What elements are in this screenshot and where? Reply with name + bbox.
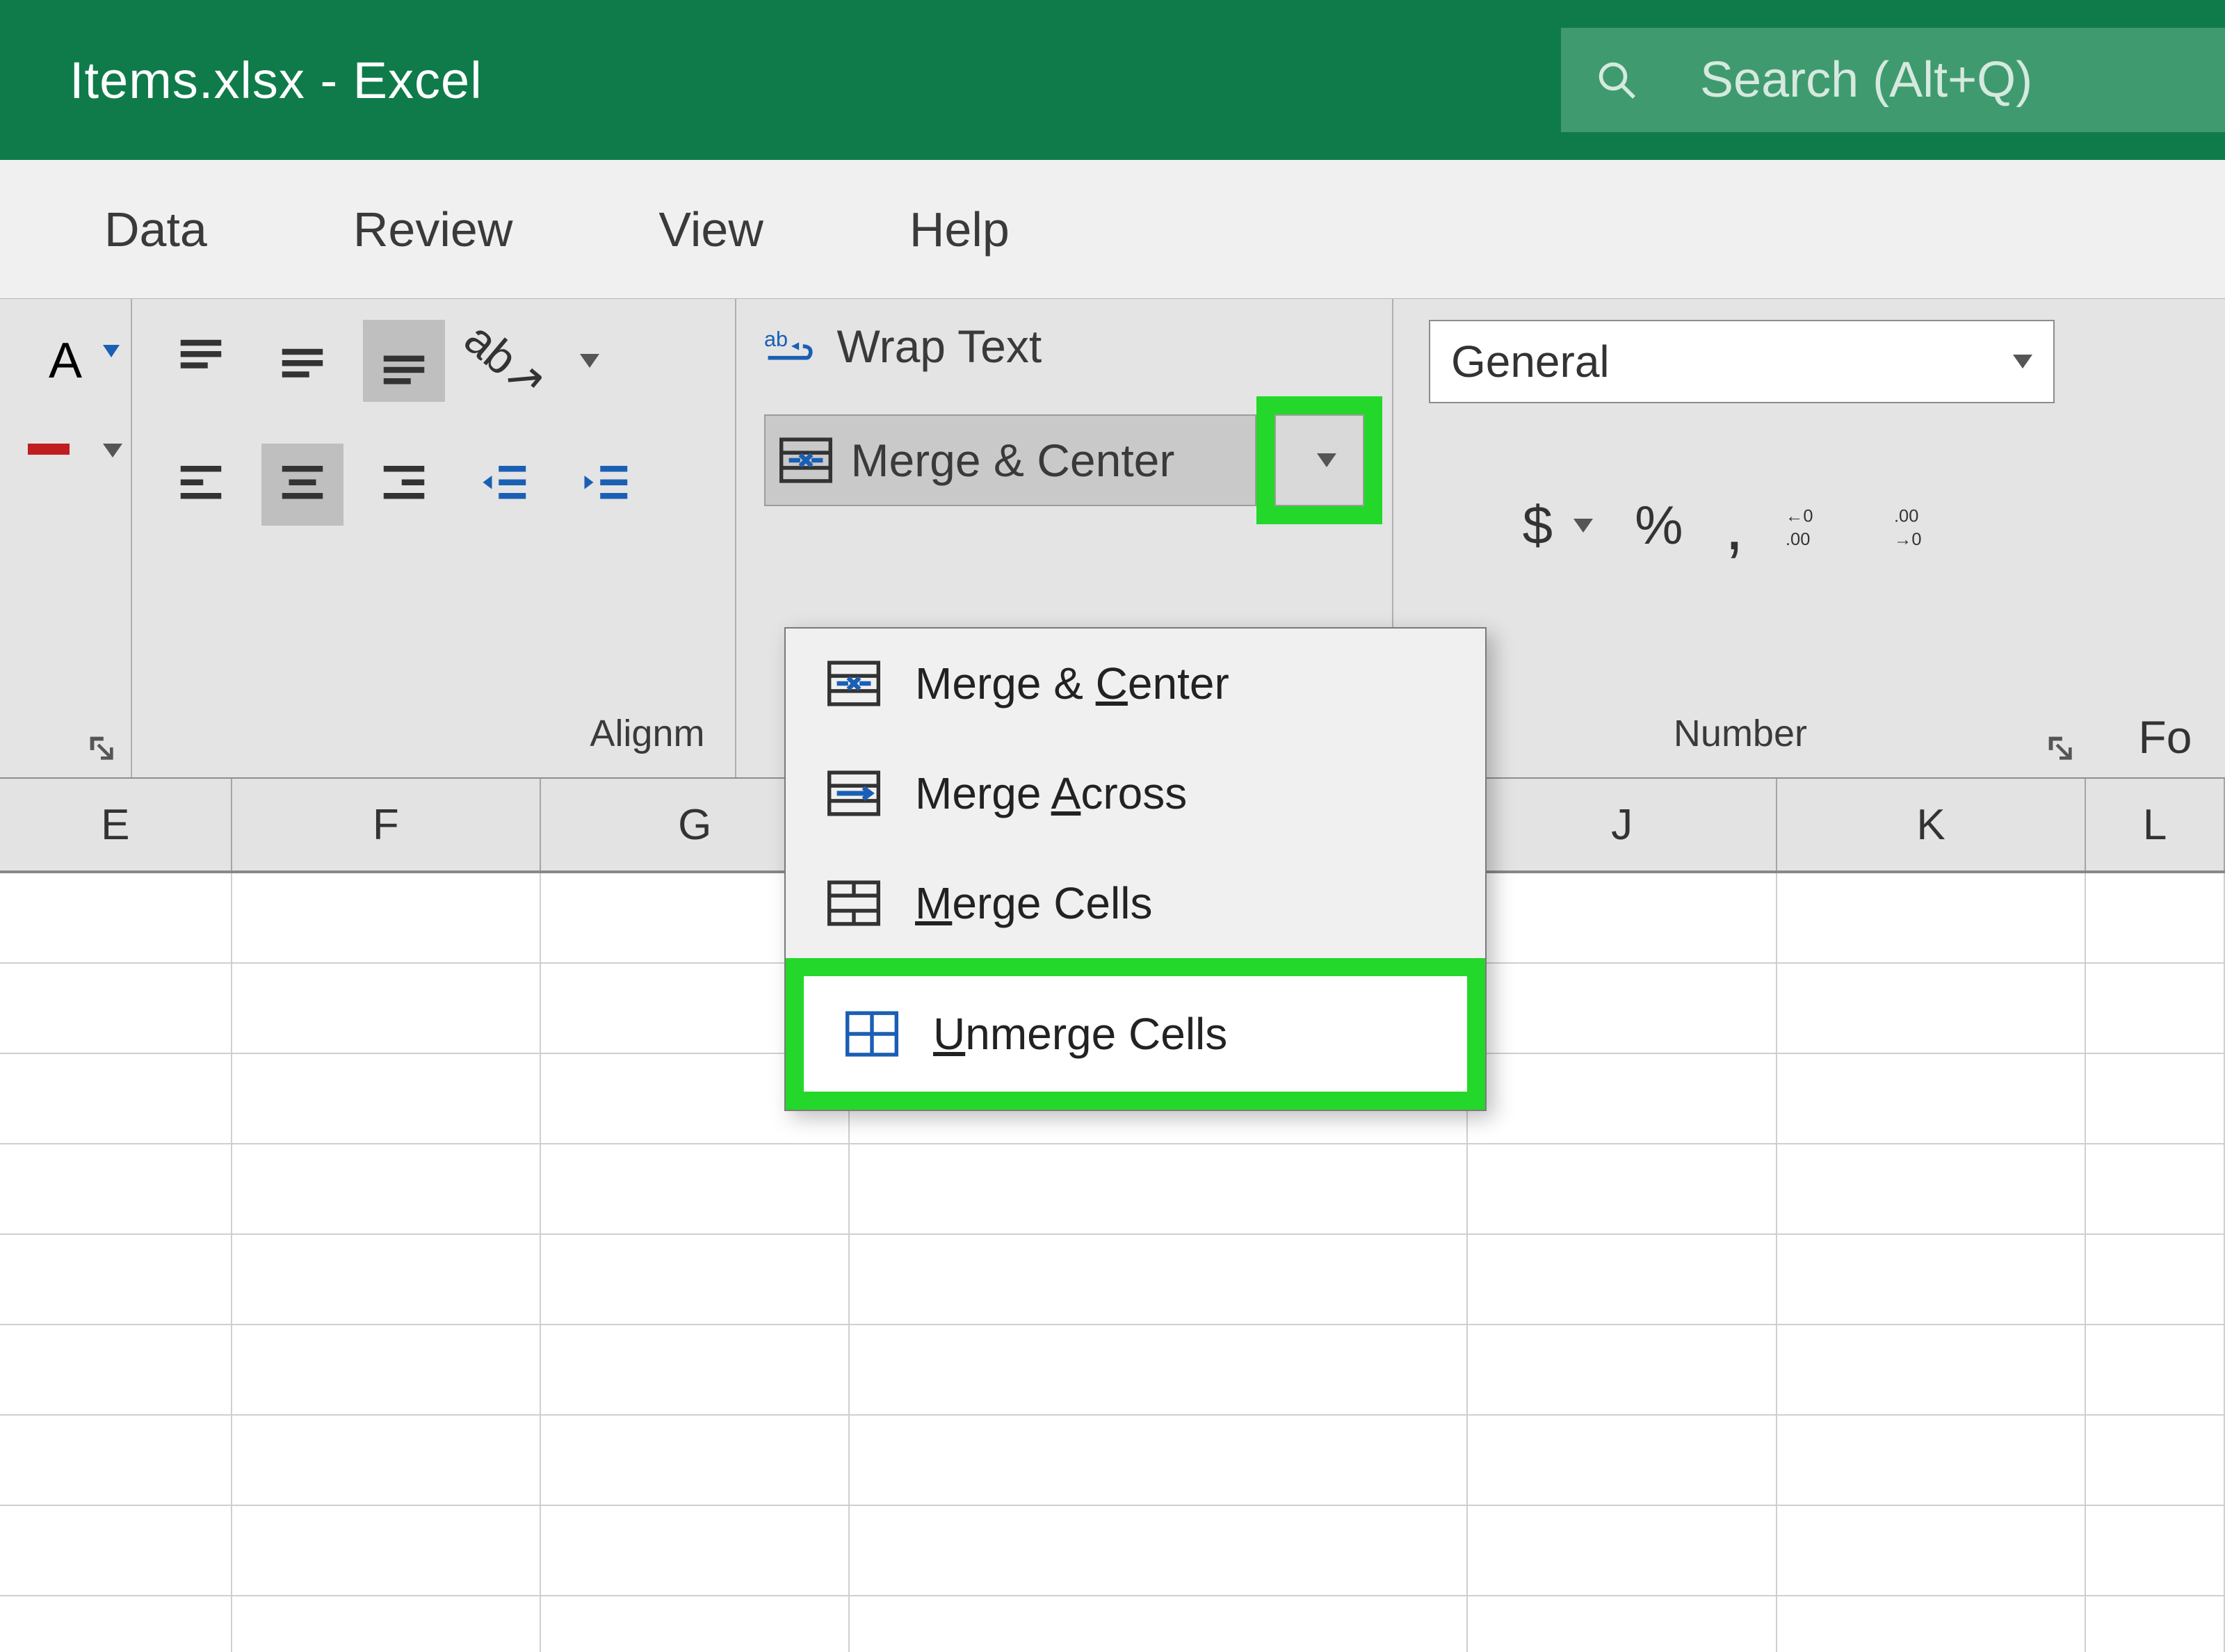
- search-box[interactable]: Search (Alt+Q): [1561, 28, 2225, 132]
- tab-view[interactable]: View: [658, 202, 763, 257]
- orientation-icon: ab↗: [454, 311, 557, 410]
- align-right-button[interactable]: [363, 444, 445, 526]
- align-left-button[interactable]: [160, 444, 242, 526]
- align-bottom-button[interactable]: [363, 320, 445, 402]
- chevron-down-icon: [1317, 453, 1336, 467]
- menu-item-label: Merge & Center: [915, 658, 1229, 709]
- column-header-L[interactable]: L: [2086, 779, 2225, 870]
- menu-item-label: Unmerge Cells: [933, 1008, 1227, 1060]
- wrap-text-icon: ab: [764, 323, 818, 370]
- chevron-down-icon[interactable]: [1573, 519, 1593, 533]
- merge-dropdown-menu: Merge & Center Merge Across Merge Cells …: [784, 627, 1487, 1111]
- group-label-alignment: Alignm: [160, 712, 707, 763]
- column-header-J[interactable]: J: [1468, 779, 1777, 870]
- column-header-K[interactable]: K: [1777, 779, 2086, 870]
- menu-item-label: Merge Across: [915, 768, 1187, 819]
- orientation-button[interactable]: ab↗: [464, 320, 547, 402]
- search-icon: [1596, 59, 1637, 101]
- document-title: Items.xlsx - Excel: [70, 51, 483, 110]
- svg-text:→0: →0: [1894, 530, 1922, 549]
- align-middle-button[interactable]: [261, 320, 343, 402]
- decrease-decimal-button[interactable]: .00→0: [1894, 502, 1961, 549]
- number-format-select[interactable]: General: [1429, 320, 2055, 403]
- title-bar: Items.xlsx - Excel Search (Alt+Q): [0, 0, 2225, 160]
- align-top-button[interactable]: [160, 320, 242, 402]
- unmerge-cells-icon: [846, 1011, 898, 1057]
- conditional-format-label[interactable]: Fo: [2138, 711, 2197, 763]
- chevron-down-icon[interactable]: [580, 354, 599, 368]
- search-placeholder: Search (Alt+Q): [1700, 51, 2032, 108]
- svg-text:ab: ab: [764, 327, 788, 351]
- merge-center-button[interactable]: Merge & Center: [764, 414, 1256, 506]
- ribbon-group-alignment: ab↗ Ali: [132, 299, 736, 777]
- number-icon-row: $ % , ←0.00 .00→0: [1523, 494, 1961, 557]
- svg-text:.00: .00: [1894, 506, 1918, 526]
- ribbon-group-number: General $ % , ←0.00 .00→0 Number: [1393, 299, 2089, 777]
- accounting-format-button[interactable]: $: [1523, 494, 1553, 557]
- tab-review[interactable]: Review: [353, 202, 513, 257]
- increase-indent-button[interactable]: [566, 444, 648, 526]
- dialog-launcher-icon[interactable]: [2044, 731, 2076, 763]
- increase-decimal-button[interactable]: ←0.00: [1786, 502, 1852, 549]
- svg-text:←0: ←0: [1786, 506, 1813, 526]
- tab-data[interactable]: Data: [104, 202, 207, 257]
- column-header-E[interactable]: E: [0, 779, 232, 870]
- ribbon-tabs: Data Review View Help: [0, 160, 2225, 299]
- merge-center-icon: [779, 437, 832, 483]
- merge-across-icon: [827, 770, 880, 816]
- menu-item-merge-across[interactable]: Merge Across: [786, 738, 1485, 848]
- merge-center-dropdown[interactable]: [1275, 414, 1365, 506]
- ribbon-group-conditional: Fo: [2089, 299, 2225, 777]
- group-label-number: Number: [1421, 712, 2062, 763]
- align-center-button[interactable]: [261, 444, 343, 526]
- merge-cells-icon: [827, 880, 880, 926]
- font-a-icon: A: [49, 332, 82, 389]
- decrease-indent-button[interactable]: [464, 444, 547, 526]
- number-format-value: General: [1451, 336, 1610, 387]
- merge-center-label: Merge & Center: [850, 434, 1174, 487]
- dialog-launcher-icon[interactable]: [85, 731, 117, 763]
- chevron-down-icon[interactable]: [103, 444, 122, 457]
- menu-item-label: Merge Cells: [915, 877, 1152, 929]
- menu-item-merge-cells[interactable]: Merge Cells: [786, 848, 1485, 958]
- percent-format-button[interactable]: %: [1635, 494, 1683, 557]
- menu-item-merge-center[interactable]: Merge & Center: [786, 629, 1485, 738]
- font-color-swatch: [28, 444, 70, 455]
- font-size-button[interactable]: A: [28, 320, 103, 402]
- ribbon-group-font: A: [0, 299, 132, 777]
- wrap-text-label[interactable]: Wrap Text: [836, 320, 1042, 373]
- comma-format-button[interactable]: ,: [1724, 512, 1744, 540]
- column-header-F[interactable]: F: [232, 779, 541, 870]
- menu-item-unmerge-cells[interactable]: Unmerge Cells: [786, 958, 1485, 1110]
- chevron-down-icon: [2013, 355, 2032, 369]
- merge-center-icon: [827, 661, 880, 706]
- svg-text:.00: .00: [1786, 530, 1810, 549]
- tab-help[interactable]: Help: [909, 202, 1010, 257]
